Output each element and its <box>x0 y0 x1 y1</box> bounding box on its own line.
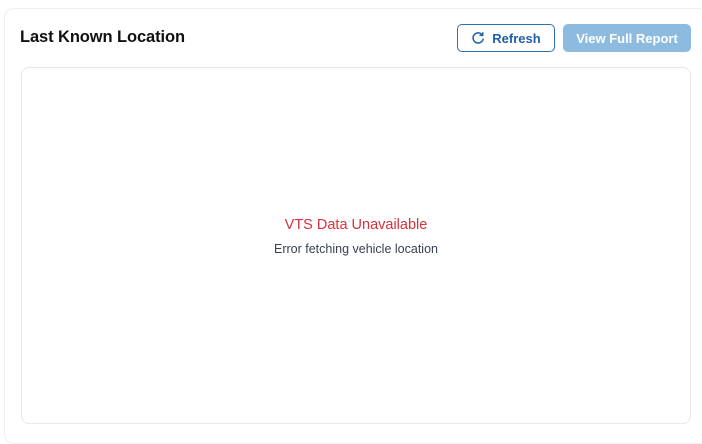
view-full-report-button[interactable]: View Full Report <box>563 24 691 52</box>
refresh-button[interactable]: Refresh <box>457 24 555 52</box>
refresh-button-label: Refresh <box>492 30 541 46</box>
refresh-icon <box>471 31 485 45</box>
vts-error-message: Error fetching vehicle location <box>274 242 438 256</box>
error-state: VTS Data Unavailable Error fetching vehi… <box>22 216 690 257</box>
card-title: Last Known Location <box>20 28 185 46</box>
last-known-location-card: Last Known Location Refresh View Full Re… <box>4 8 702 444</box>
location-map-panel: VTS Data Unavailable Error fetching vehi… <box>21 67 691 424</box>
vts-error-title: VTS Data Unavailable <box>284 217 428 233</box>
view-full-report-label: View Full Report <box>576 30 678 46</box>
